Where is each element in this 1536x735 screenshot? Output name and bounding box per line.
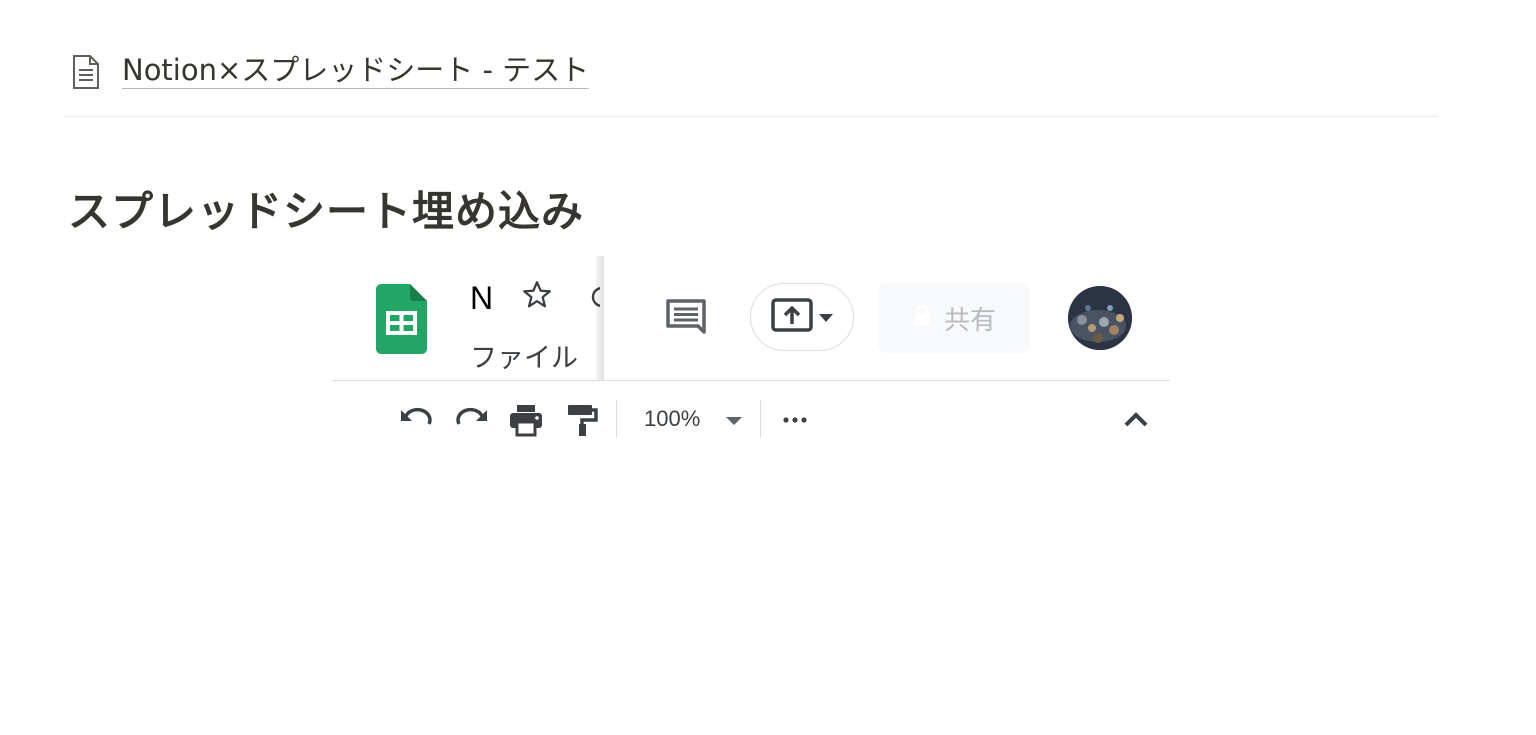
print-icon[interactable] [508, 402, 544, 438]
divider [64, 116, 1438, 117]
sheets-header: N ファイル 共有 [332, 256, 1170, 381]
google-sheets-icon[interactable] [376, 284, 427, 354]
star-icon[interactable] [520, 278, 554, 312]
chevron-down-icon [726, 417, 743, 425]
page-icon [72, 53, 104, 91]
comment-icon[interactable] [664, 296, 708, 340]
breadcrumb: Notion×スプレッドシート - テスト [72, 52, 590, 92]
zoom-select[interactable]: 100% [644, 404, 743, 434]
toolbar-divider [760, 400, 761, 438]
sheets-toolbar: 100% [332, 390, 1170, 446]
file-menu[interactable]: ファイル [470, 336, 578, 375]
paint-format-icon[interactable] [564, 402, 600, 438]
share-label: 共有 [943, 305, 996, 336]
share-button[interactable]: 共有 [878, 283, 1030, 353]
present-button[interactable] [750, 283, 854, 351]
collapse-icon[interactable] [1118, 402, 1154, 438]
overflow-fade [596, 256, 604, 380]
page-heading: スプレッドシート埋め込み [68, 187, 585, 236]
zoom-value: 100% [644, 406, 701, 431]
present-icon [771, 297, 813, 337]
more-icon[interactable] [780, 402, 814, 438]
doc-title[interactable]: N [470, 280, 492, 317]
toolbar-divider [616, 400, 617, 438]
redo-icon[interactable] [454, 402, 490, 438]
avatar[interactable] [1068, 286, 1132, 350]
spreadsheet-embed[interactable]: N ファイル 共有 100% [332, 256, 1170, 456]
chevron-down-icon [819, 308, 833, 327]
undo-icon[interactable] [398, 402, 434, 438]
breadcrumb-page-link[interactable]: Notion×スプレッドシート - テスト [122, 54, 590, 90]
lock-icon [912, 304, 932, 332]
